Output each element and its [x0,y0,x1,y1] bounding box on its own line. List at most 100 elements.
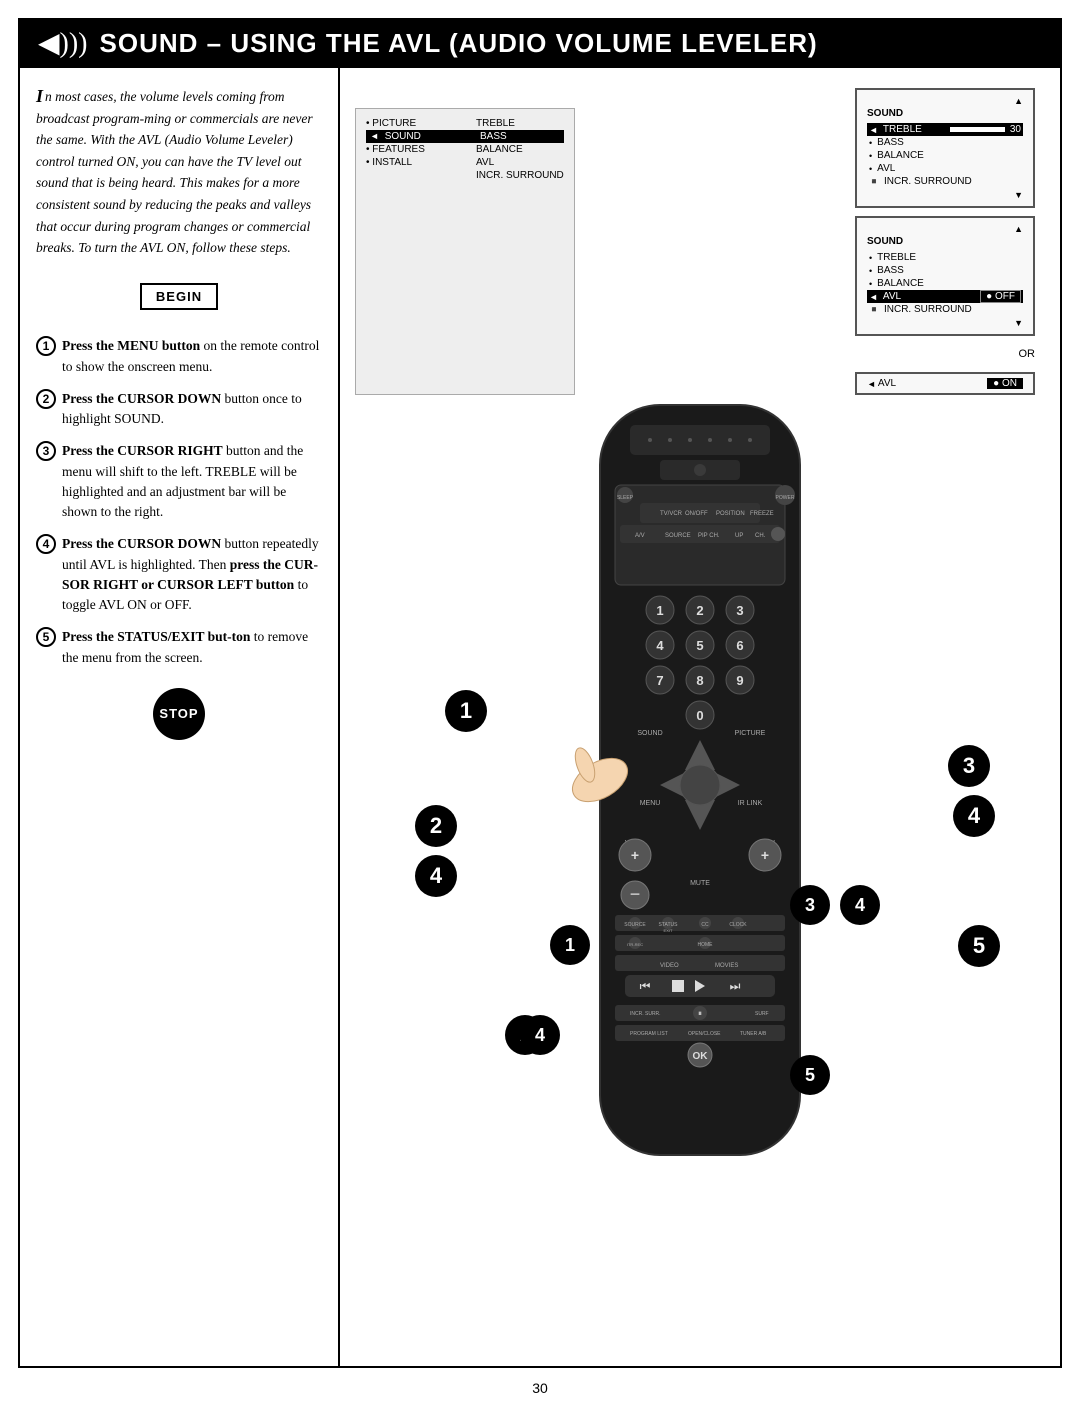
step-2: 2 Press the CURSOR DOWN button once to h… [36,389,322,430]
svg-text:−: − [630,884,641,904]
svg-text:OPEN/CLOSE: OPEN/CLOSE [688,1031,721,1037]
svg-text:1: 1 [656,603,663,618]
step-4-number: 4 [36,533,62,556]
svg-text:6: 6 [736,638,743,653]
svg-text:4: 4 [656,638,664,653]
step-1-number: 1 [36,335,62,358]
intro-text: In most cases, the volume levels coming … [36,86,322,259]
step-3-bold: Press the CURSOR RIGHT [62,443,223,458]
bass-item: • BASS [867,136,1023,149]
step-1-bold: Press the MENU button [62,338,200,353]
right-column-menus: ▲ SOUND ◄ TREBLE 30 • BASS • BAL [855,88,1035,395]
svg-text:CLOCK: CLOCK [729,922,747,928]
svg-text:UP: UP [735,533,743,539]
svg-text:SURF: SURF [755,1011,769,1017]
page-title: Sound – Using the AVL (Audio Volume Leve… [100,28,818,59]
main-tv-menu: • PICTURE TREBLE ◄ SOUND BASS • FEATURES… [355,108,575,395]
step-num-3-overlay: 3 [948,745,990,787]
treble-item-highlighted: ◄ TREBLE 30 [867,123,1023,136]
menu-row-install: • INSTALL AVL [366,156,564,169]
page-header: ◀))) Sound – Using the AVL (Audio Volume… [18,18,1062,68]
step-num-4-right-overlay: 4 [953,795,995,837]
svg-text:7: 7 [656,673,663,688]
sound-icon: ◀))) [38,26,88,60]
avl-item: • AVL [867,162,1023,175]
step-num-5-overlay: 5 [958,925,1000,967]
step-2-bold: Press the CURSOR DOWN [62,391,221,406]
svg-text:3: 3 [736,603,743,618]
step-2-number: 2 [36,388,62,411]
begin-badge: BEGIN [140,283,218,311]
balance-item2: • BALANCE [867,277,1023,290]
svg-text:SLEEP: SLEEP [617,495,634,501]
remote-area: 1 2 3 4 4 5 [350,395,1050,1215]
svg-text:TUNER A/B: TUNER A/B [740,1031,767,1037]
svg-text:EXIT: EXIT [664,928,673,933]
sound-menu-treble: ▲ SOUND ◄ TREBLE 30 • BASS • BAL [855,88,1035,208]
step-5-number: 5 [36,626,62,649]
svg-text:CH.: CH. [755,533,766,539]
step-overlay-5: 5 [790,1055,830,1095]
svg-text:0: 0 [696,708,703,723]
avl-item-highlighted: ◄ AVL ● OFF [867,290,1023,303]
svg-text:PIP CH.: PIP CH. [698,533,720,539]
menu-row-picture: • PICTURE TREBLE [366,117,564,130]
svg-text:VIDEO: VIDEO [660,963,679,969]
menu-row-incr-surround: INCR. SURROUND [366,169,564,182]
page-number: 30 [0,1368,1080,1404]
svg-text:INCR. SURR.: INCR. SURR. [630,1011,661,1017]
step-1: 1 Press the MENU button on the remote co… [36,336,322,377]
step-4: 4 Press the CURSOR DOWN button repeatedl… [36,534,322,615]
avl-on-box: ◄ AVL ● ON [855,372,1035,395]
incr-surround-item2: ◾ INCR. SURROUND [867,303,1023,316]
svg-text:MENU: MENU [640,800,661,807]
dropcap: I [36,86,43,108]
sound-menu-avl-off: ▲ SOUND • TREBLE • BASS • BALANCE ◄ AVL [855,216,1035,336]
svg-text:FREEZE: FREEZE [750,511,774,517]
stop-badge-container: STOP [36,688,322,740]
svg-text:OK: OK [693,1051,709,1062]
svg-text:PICTURE: PICTURE [735,730,766,737]
stop-icon: STOP [153,688,205,740]
svg-text:2: 2 [696,603,703,618]
svg-text:ITR-REC: ITR-REC [627,942,643,947]
svg-text:SOUND: SOUND [637,730,662,737]
step-num-4-left-overlay: 4 [415,855,457,897]
menu-row-sound-highlighted: ◄ SOUND BASS [366,130,564,143]
svg-text:⏸: ⏸ [698,1009,702,1018]
step-num-1-overlay: 1 [445,690,487,732]
svg-text:SOURCE: SOURCE [624,922,646,928]
svg-text:A/V: A/V [635,533,645,539]
incr-surround-item: ◾ INCR. SURROUND [867,175,1023,188]
right-panel: • PICTURE TREBLE ◄ SOUND BASS • FEATURES… [340,68,1060,1366]
svg-text:8: 8 [696,673,703,688]
step-4-bold: Press the CURSOR DOWN [62,536,221,551]
svg-text:MOVIES: MOVIES [715,963,738,969]
svg-text:POSITION: POSITION [716,511,745,517]
balance-item: • BALANCE [867,149,1023,162]
menu-row-features: • FEATURES BALANCE [366,143,564,156]
bass-item2: • BASS [867,264,1023,277]
step-overlay-3: 3 [790,885,830,925]
step-5-bold: Press the STATUS/EXIT but-ton [62,629,250,644]
svg-text:HOME: HOME [698,942,714,948]
svg-text:CC: CC [701,922,709,928]
main-content: In most cases, the volume levels coming … [18,68,1062,1368]
left-panel: In most cases, the volume levels coming … [20,68,340,1366]
svg-text:TV/VCR: TV/VCR [660,511,683,517]
step-5: 5 Press the STATUS/EXIT but-ton to remov… [36,627,322,668]
svg-text:9: 9 [736,673,743,688]
treble-item2: • TREBLE [867,251,1023,264]
step-3-number: 3 [36,440,62,463]
step-overlay-2-right: 4 [520,1015,560,1055]
svg-text:POWER: POWER [776,495,795,501]
avl-on-value: ● ON [987,378,1023,389]
svg-text:+: + [761,847,769,863]
svg-text:⏮: ⏮ [640,979,651,993]
avl-on-label: AVL [878,378,896,389]
svg-text:PROGRAM LIST: PROGRAM LIST [630,1031,668,1037]
svg-text:5: 5 [696,638,703,653]
top-menu-section: • PICTURE TREBLE ◄ SOUND BASS • FEATURES… [340,78,1060,395]
step-overlay-4: 4 [840,885,880,925]
svg-text:IR LINK: IR LINK [738,800,763,807]
